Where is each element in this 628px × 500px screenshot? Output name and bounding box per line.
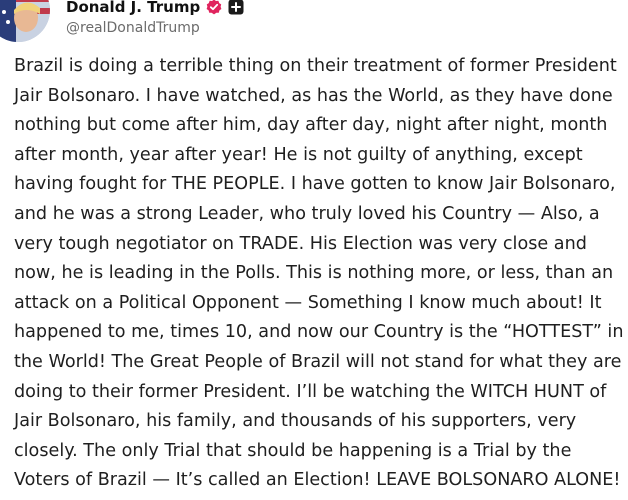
add-plus-icon[interactable]: [228, 0, 244, 15]
author-handle[interactable]: @realDonaldTrump: [66, 20, 200, 36]
author-name-row: Donald J. Trump: [66, 0, 244, 18]
social-post: Donald J. Trump @realDonaldTrump Brazil …: [0, 0, 628, 500]
post-header: Donald J. Trump @realDonaldTrump: [0, 0, 628, 48]
verified-badge-icon: [206, 0, 222, 15]
author-display-name[interactable]: Donald J. Trump: [66, 0, 200, 16]
post-body-text: Brazil is doing a terrible thing on thei…: [14, 56, 624, 491]
profile-avatar-icon[interactable]: [0, 0, 50, 42]
